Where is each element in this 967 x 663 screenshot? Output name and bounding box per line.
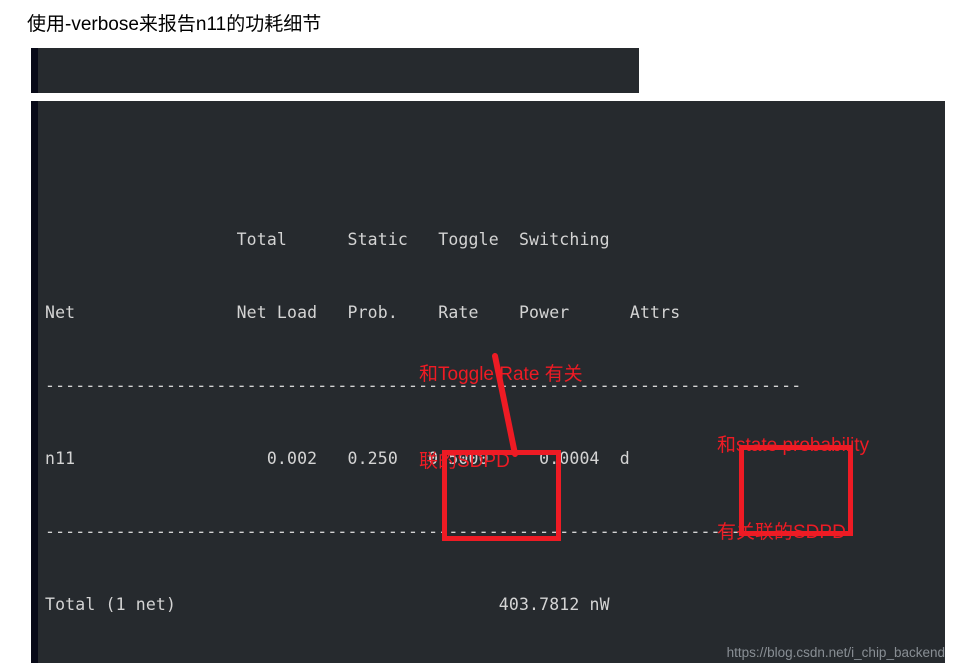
report-line: Total (1 net) 403.7812 nW: [45, 594, 610, 614]
report-line: [45, 156, 801, 180]
annotation-toggle-rate-note: 和Toggle Rate 有关 联的SDPD: [419, 302, 583, 505]
annotation-state-probability-line1: 和state probability: [717, 435, 870, 456]
terminal-left-edge-stripe: [31, 101, 38, 663]
annotation-state-probability-note: 和state probability 有关联的SDPD: [717, 373, 869, 576]
terminal-left-edge-stripe: [31, 48, 38, 93]
page-title: 使用-verbose来报告n11的功耗细节: [27, 14, 322, 35]
command-terminal-text: dc_shell-topo>dc_shell-topo> report_powe…: [43, 48, 560, 93]
annotation-toggle-rate-line1: 和Toggle Rate 有关: [419, 364, 583, 385]
command-terminal[interactable]: dc_shell-topo>dc_shell-topo> report_powe…: [31, 48, 639, 93]
report-line: Total Static Toggle Switching: [45, 230, 610, 250]
watermark-url: https://blog.csdn.net/i_chip_backend: [726, 645, 945, 660]
annotation-toggle-rate-line2: 联的SDPD: [419, 451, 510, 472]
annotation-state-probability-line2: 有关联的SDPD: [717, 522, 846, 543]
report-line: ----------------------------------------…: [45, 522, 802, 542]
